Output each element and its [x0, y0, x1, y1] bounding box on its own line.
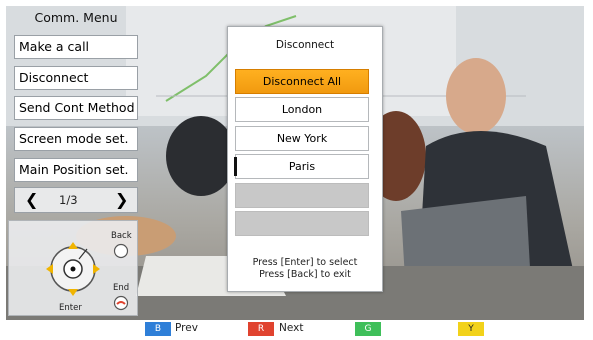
option-paris[interactable]: Paris [234, 154, 369, 179]
focus-marker [234, 157, 237, 176]
next-page-icon[interactable]: ❯ [115, 190, 128, 209]
end-label: End [113, 283, 130, 293]
prev-page-icon[interactable]: ❮ [25, 190, 38, 209]
dialog-title: Disconnect [275, 39, 335, 51]
comm-menu-title: Comm. Menu [34, 10, 118, 25]
option-empty-1 [235, 183, 369, 208]
remote-control-guide: Back End Enter [8, 220, 138, 316]
back-button-icon [113, 243, 129, 259]
green-key-button[interactable]: G [355, 322, 381, 336]
hint-exit: Press [Back] to exit [259, 269, 351, 280]
option-empty-2 [235, 211, 369, 236]
menu-item-make-a-call[interactable]: Make a call [14, 35, 138, 59]
disconnect-dialog: Disconnect Disconnect All London New Yor… [227, 26, 383, 292]
back-label: Back [111, 231, 132, 241]
blue-key-button[interactable]: B [145, 322, 171, 336]
option-new-york[interactable]: New York [235, 126, 369, 151]
enter-label: Enter [59, 303, 82, 313]
video-background: Comm. Menu Make a call Disconnect Send C… [6, 6, 584, 320]
dpad-enter-icon [46, 242, 100, 296]
menu-item-main-position-set[interactable]: Main Position set. [14, 158, 138, 182]
red-key-button[interactable]: R [248, 322, 274, 336]
hint-select: Press [Enter] to select [252, 257, 358, 268]
option-london[interactable]: London [235, 97, 369, 122]
next-label: Next [279, 322, 304, 334]
menu-item-disconnect[interactable]: Disconnect [14, 66, 138, 90]
option-disconnect-all[interactable]: Disconnect All [235, 69, 369, 94]
yellow-key-button[interactable]: Y [458, 322, 484, 336]
menu-item-send-cont-method[interactable]: Send Cont Method [14, 96, 138, 120]
end-call-icon [113, 295, 129, 311]
menu-pager: ❮ 1/3 ❯ [14, 187, 138, 213]
page-indicator: 1/3 [59, 193, 78, 207]
menu-item-screen-mode-set[interactable]: Screen mode set. [14, 127, 138, 151]
option-paris-label: Paris [288, 160, 316, 173]
prev-label: Prev [175, 322, 198, 334]
bottom-key-bar: B Prev R Next G Y [0, 320, 593, 340]
